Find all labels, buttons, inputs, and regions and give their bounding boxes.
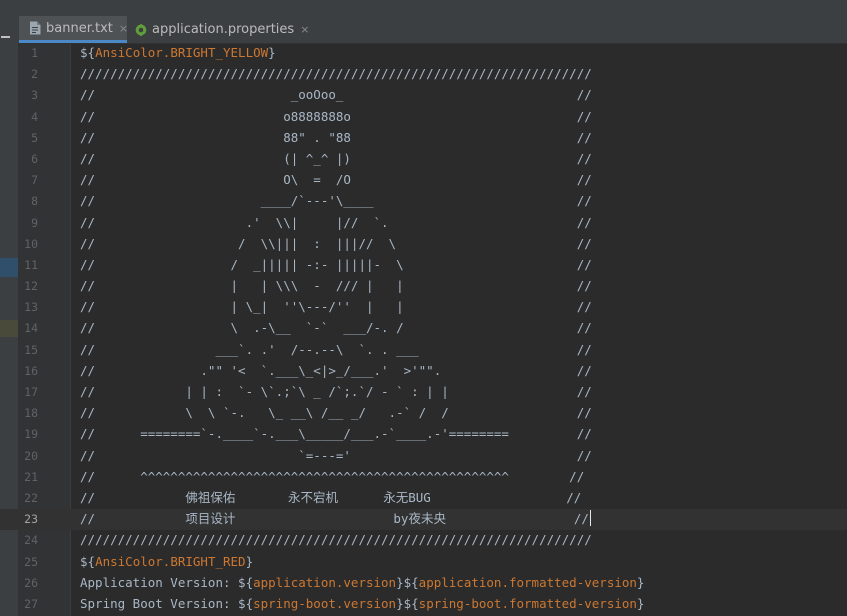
- code-line[interactable]: 4 // o8888888o //: [0, 107, 847, 128]
- code-editor[interactable]: 1 ${AnsiColor.BRIGHT_YELLOW} 2 ////////////…: [0, 43, 847, 615]
- code-text: // ___`. .' /--.--\ `. . ___ //: [80, 341, 592, 357]
- line-number: 12: [24, 279, 38, 294]
- code-text: // ____/`---'\____ //: [80, 193, 592, 209]
- line-number: 7: [31, 173, 38, 188]
- placeholder-token: AnsiColor.BRIGHT_RED: [95, 553, 246, 569]
- line-number: 1: [31, 46, 38, 60]
- code-line[interactable]: 8 // ____/`---'\____ //: [0, 191, 847, 212]
- code-line[interactable]: 1 ${AnsiColor.BRIGHT_YELLOW}: [0, 43, 847, 64]
- line-number: 2: [31, 67, 38, 82]
- placeholder-token: application.version: [253, 574, 397, 590]
- code-line[interactable]: 14 // \ .-\__ `-` ___/-. / //: [0, 318, 847, 339]
- code-text: ${AnsiColor.BRIGHT_RED}: [80, 553, 254, 569]
- code-line[interactable]: 16 // ."" '< `.___\_<|>_/___.' >'"". //: [0, 361, 847, 382]
- placeholder-token: application.formatted-version: [418, 574, 637, 590]
- code-line[interactable]: 27 Spring Boot Version: ${spring-boot.ver…: [0, 594, 847, 615]
- line-number: 8: [31, 194, 38, 209]
- line-number: 22: [24, 490, 38, 505]
- line-number: 14: [24, 321, 38, 336]
- code-text: // 项目设计 by夜未央 //: [80, 510, 591, 527]
- code-text: // O\ = /O //: [80, 172, 592, 188]
- code-line[interactable]: 11 // / _||||| -:- |||||- \ //: [0, 255, 847, 276]
- code-text: ${AnsiColor.BRIGHT_YELLOW}: [80, 45, 276, 60]
- code-line[interactable]: 21 // ^^^^^^^^^^^^^^^^^^^^^^^^^^^^^^^^^^^…: [0, 467, 847, 488]
- collapse-icon[interactable]: [1, 36, 10, 38]
- code-line[interactable]: 26 Application Version: ${application.ver…: [0, 573, 847, 594]
- close-tab-icon[interactable]: ×: [300, 23, 309, 36]
- line-number: 18: [24, 406, 38, 421]
- tab-label: application.properties: [152, 22, 295, 37]
- code-text: // \ \ `-. \_ __\ /__ _/ .-` / / //: [80, 405, 592, 421]
- code-text: ////////////////////////////////////////…: [80, 532, 592, 548]
- placeholder-token: spring-boot.formatted-version: [418, 595, 637, 611]
- line-number: 11: [24, 257, 38, 272]
- line-number: 19: [24, 427, 38, 442]
- placeholder-token: spring-boot.version: [253, 595, 397, 611]
- code-line[interactable]: 12 // | | \\\ - /// | | //: [0, 276, 847, 297]
- code-line[interactable]: 23 // 项目设计 by夜未央 //: [0, 509, 847, 531]
- code-line[interactable]: 6 // (| ^_^ |) //: [0, 149, 847, 170]
- line-number: 17: [24, 385, 38, 399]
- code-line[interactable]: 5 // 88" . "88 //: [0, 128, 847, 149]
- code-line[interactable]: 9 // .' \\| |// `. //: [0, 213, 847, 234]
- tab-application-properties[interactable]: application.properties ×: [129, 16, 309, 43]
- code-text: // `=---=' //: [80, 447, 592, 463]
- code-text: Application Version: ${application.versi…: [80, 574, 645, 590]
- code-line[interactable]: 25 ${AnsiColor.BRIGHT_RED}: [0, 552, 847, 573]
- tab-label: banner.txt: [46, 20, 113, 36]
- tab-banner-txt[interactable]: banner.txt ×: [19, 16, 128, 43]
- code-text: // | | : `- \`.;`\ _ /`;.`/ - ` : | | //: [80, 384, 592, 399]
- code-line[interactable]: 20 // `=---=' //: [0, 446, 847, 467]
- code-line[interactable]: 3 // _ooOoo_ //: [0, 85, 847, 106]
- line-number: 27: [24, 596, 38, 611]
- code-line[interactable]: 17 // | | : `- \`.;`\ _ /`;.`/ - ` : | | …: [0, 382, 847, 403]
- code-text: // ========`-.____`-.___\_____/___.-`___…: [80, 426, 592, 442]
- code-text: ////////////////////////////////////////…: [80, 66, 592, 82]
- code-line[interactable]: 13 // | \_| ''\---/'' | | //: [0, 297, 847, 318]
- placeholder-token: AnsiColor.BRIGHT_YELLOW: [95, 45, 269, 60]
- spring-properties-icon: [135, 23, 147, 36]
- line-number: 6: [31, 151, 38, 166]
- code-line[interactable]: 18 // \ \ `-. \_ __\ /__ _/ .-` / / //: [0, 403, 847, 424]
- code-text: // ."" '< `.___\_<|>_/___.' >'"". //: [80, 362, 592, 378]
- code-line[interactable]: 19 // ========`-.____`-.___\_____/___.-`_…: [0, 424, 847, 445]
- code-text: // / _||||| -:- |||||- \ //: [80, 256, 592, 272]
- code-text: // | | \\\ - /// | | //: [80, 278, 592, 294]
- line-number: 15: [24, 342, 38, 357]
- line-number: 23: [24, 512, 38, 527]
- line-number: 16: [24, 363, 38, 378]
- line-number: 10: [24, 236, 38, 251]
- line-number: 25: [24, 554, 38, 569]
- code-text: // o8888888o //: [80, 108, 592, 124]
- code-text: Spring Boot Version: ${spring-boot.versi…: [80, 595, 645, 611]
- line-number: 9: [31, 215, 38, 230]
- close-tab-icon[interactable]: ×: [119, 22, 128, 35]
- line-number: 5: [31, 130, 38, 145]
- code-line[interactable]: 2 ///////////////////////////////////////…: [0, 64, 847, 85]
- line-number: 26: [24, 575, 38, 590]
- line-number: 3: [31, 88, 38, 103]
- code-line[interactable]: 24 //////////////////////////////////////…: [0, 530, 847, 551]
- text-file-icon: [30, 21, 41, 35]
- code-text: // / \\||| : |||// \ //: [80, 235, 592, 251]
- code-text: // 佛祖保佑 永不宕机 永无BUG //: [80, 489, 582, 505]
- code-line[interactable]: 15 // ___`. .' /--.--\ `. . ___ //: [0, 340, 847, 361]
- code-line[interactable]: 10 // / \\||| : |||// \ //: [0, 234, 847, 255]
- code-line[interactable]: 22 // 佛祖保佑 永不宕机 永无BUG //: [0, 488, 847, 509]
- code-text: // .' \\| |// `. //: [80, 214, 592, 230]
- line-number: 4: [31, 109, 38, 124]
- code-text: // 88" . "88 //: [80, 129, 592, 145]
- text-caret: [589, 510, 591, 527]
- code-text: // (| ^_^ |) //: [80, 150, 592, 166]
- line-number: 21: [24, 469, 38, 484]
- code-text: // _ooOoo_ //: [80, 87, 592, 103]
- code-text: // | \_| ''\---/'' | | //: [80, 299, 592, 315]
- code-text: // \ .-\__ `-` ___/-. / //: [80, 320, 592, 336]
- line-number: 24: [24, 533, 38, 548]
- line-number: 13: [24, 300, 38, 315]
- window-top-strip: [0, 0, 847, 14]
- code-text: // ^^^^^^^^^^^^^^^^^^^^^^^^^^^^^^^^^^^^^…: [80, 468, 585, 484]
- code-line[interactable]: 7 // O\ = /O //: [0, 170, 847, 191]
- line-number: 20: [24, 448, 38, 463]
